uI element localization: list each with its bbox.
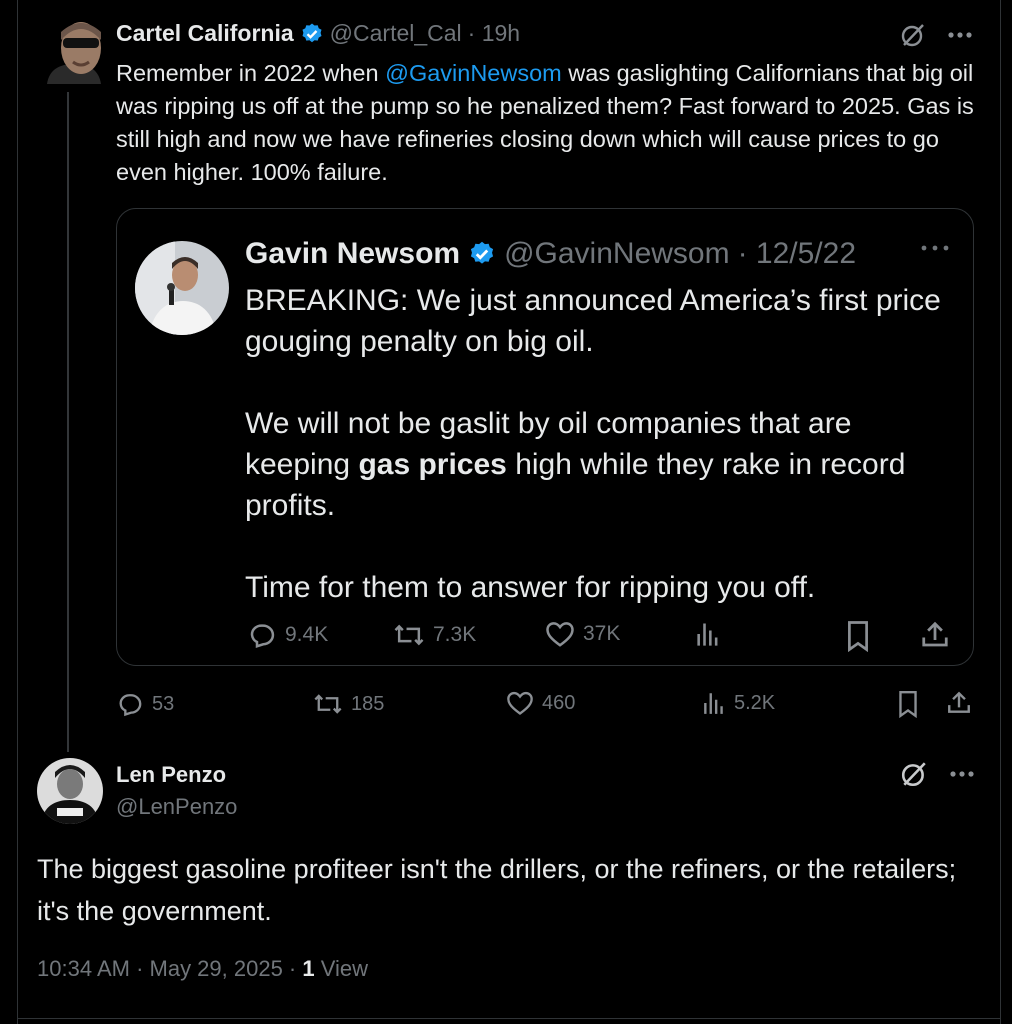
quoted-author-name[interactable]: Gavin Newsom <box>245 237 460 271</box>
grok-icon[interactable] <box>900 22 926 48</box>
verified-badge-icon <box>470 241 494 264</box>
more-icon[interactable] <box>948 31 972 39</box>
author-handle[interactable]: @Cartel_Cal <box>330 20 462 47</box>
view-count: 1 <box>302 956 315 981</box>
share-button[interactable] <box>946 690 972 716</box>
timestamp-link[interactable]: 10:34 AM · May 29, 2025 · <box>37 956 302 981</box>
avatar[interactable] <box>45 18 103 84</box>
post-time[interactable]: · 19h <box>468 20 520 47</box>
mention-link[interactable]: @GavinNewsom <box>385 60 562 86</box>
repost-icon <box>394 624 424 646</box>
post-header: Cartel California @Cartel_Cal · 19h <box>116 20 520 47</box>
quoted-post-date[interactable]: · 12/5/22 <box>738 237 856 271</box>
more-icon[interactable] <box>950 770 974 778</box>
left-border <box>17 0 18 1024</box>
share-icon <box>922 621 948 647</box>
heart-icon <box>546 622 574 647</box>
heart-icon <box>507 691 533 715</box>
verified-badge-icon <box>302 23 322 42</box>
reply-top-actions <box>900 760 974 788</box>
post-timestamp: 10:34 AM · May 29, 2025 · 1 View <box>37 956 368 982</box>
quoted-share-button[interactable] <box>920 620 950 650</box>
reply-header: Len Penzo @LenPenzo <box>116 762 237 820</box>
quoted-repost-button[interactable]: 7.3K <box>393 620 476 650</box>
reply-icon <box>119 694 142 717</box>
views-icon <box>704 693 723 714</box>
bookmark-icon <box>848 621 868 652</box>
reply-author-name[interactable]: Len Penzo <box>116 762 237 788</box>
reply-author-handle[interactable]: @LenPenzo <box>116 794 237 820</box>
grok-icon[interactable] <box>900 760 928 788</box>
divider <box>17 1018 1001 1019</box>
views-button[interactable]: 5.2K <box>702 690 775 716</box>
right-border <box>1000 0 1001 1024</box>
like-button[interactable]: 460 <box>506 690 575 716</box>
quoted-avatar[interactable] <box>135 241 229 335</box>
reply-avatar[interactable] <box>37 758 103 824</box>
views-icon <box>697 623 718 646</box>
quoted-views-button[interactable] <box>695 620 721 648</box>
post-top-actions <box>900 22 972 48</box>
thread-line <box>67 92 69 752</box>
quoted-like-button[interactable]: 37K <box>545 620 620 648</box>
reply-text: The biggest gasoline profiteer isn't the… <box>37 854 957 926</box>
quoted-post-text: BREAKING: We just announced America’s fi… <box>245 284 941 604</box>
bookmark-button[interactable] <box>897 690 919 718</box>
quoted-reply-button[interactable]: 9.4K <box>247 620 328 650</box>
share-icon <box>948 691 970 713</box>
post-text: Remember in 2022 when @GavinNewsom was g… <box>116 60 974 185</box>
repost-button[interactable]: 185 <box>313 690 384 718</box>
bookmark-icon <box>899 690 917 718</box>
quoted-bookmark-button[interactable] <box>845 620 871 652</box>
more-icon[interactable] <box>920 244 950 252</box>
quoted-author-handle[interactable]: @GavinNewsom <box>504 237 730 271</box>
view-label: View <box>314 956 369 981</box>
reply-button[interactable]: 53 <box>116 690 174 718</box>
author-name[interactable]: Cartel California <box>116 20 294 47</box>
quoted-post-header: Gavin Newsom @GavinNewsom · 12/5/22 <box>245 237 856 271</box>
repost-icon <box>314 694 342 714</box>
reply-icon <box>250 624 275 648</box>
